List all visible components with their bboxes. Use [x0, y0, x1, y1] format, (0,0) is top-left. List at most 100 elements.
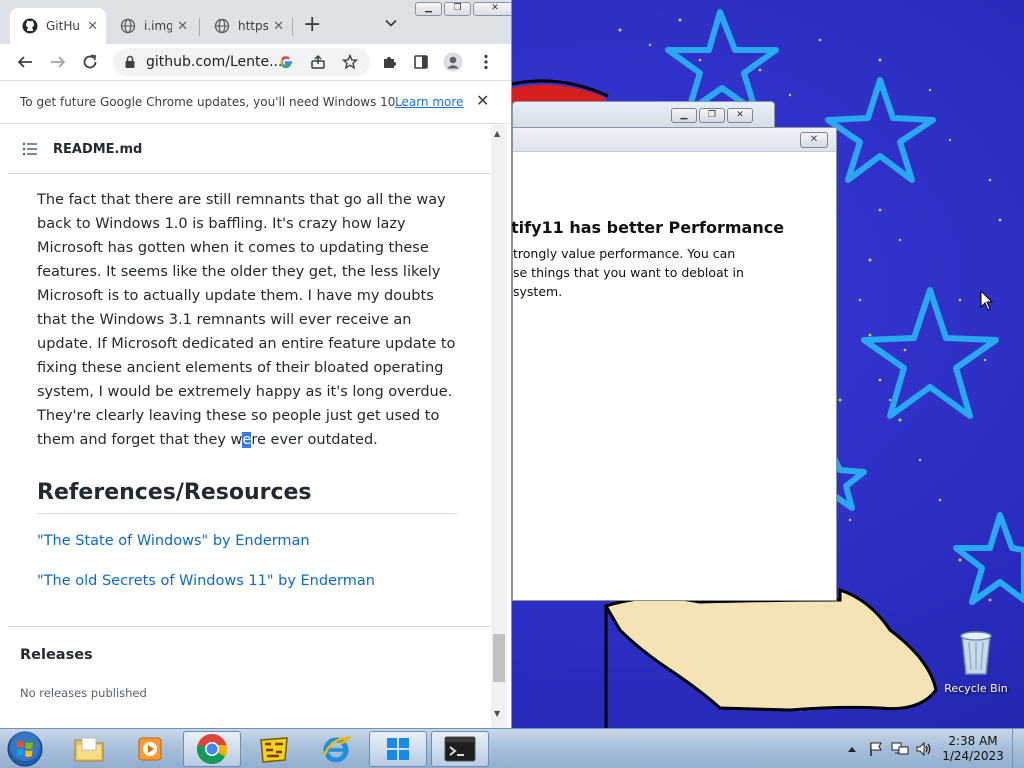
tab-strip: GitHub ✕ i.imgur ✕ https ✕ + ▁ ❐ ✕ — [0, 0, 511, 44]
scroll-down-icon[interactable]: ▼ — [494, 709, 500, 718]
infobar-message: To get future Google Chrome updates, you… — [20, 95, 407, 109]
tab-close-icon[interactable]: ✕ — [273, 19, 284, 34]
forward-button[interactable] — [48, 52, 68, 72]
tab-close-icon[interactable]: ✕ — [177, 19, 188, 34]
page-viewport[interactable]: README.md The fact that there are still … — [0, 125, 511, 728]
profile-button[interactable] — [443, 52, 463, 72]
taskbar: 2:38 AM 1/24/2023 — [0, 728, 1024, 768]
back-button[interactable] — [15, 52, 35, 72]
close-button[interactable]: ✕ — [473, 2, 511, 16]
url-text[interactable]: github.com/Lente... — [146, 54, 282, 70]
maximize-button[interactable]: ❐ — [444, 2, 471, 16]
tab-https[interactable]: https ✕ — [202, 8, 292, 44]
side-panel-icon — [414, 55, 428, 69]
app-window-titlebar[interactable]: ✕ — [513, 128, 836, 152]
mouse-pointer-icon — [980, 290, 994, 311]
reference-link[interactable]: "The State of Windows" by Enderman — [37, 533, 310, 549]
browser-toolbar: github.com/Lente... — [0, 44, 511, 80]
more-vertical-icon — [484, 54, 488, 70]
readme-file-name: README.md — [53, 142, 143, 157]
scrollbar-thumb[interactable] — [493, 634, 505, 682]
tab-separator — [199, 18, 200, 36]
tab-imgur[interactable]: i.imgur ✕ — [108, 8, 196, 44]
chrome-window[interactable]: GitHub ✕ i.imgur ✕ https ✕ + ▁ ❐ ✕ — [0, 0, 512, 728]
back-arrow-icon — [17, 56, 32, 68]
taskbar-terminal-button[interactable] — [431, 731, 489, 767]
share-button[interactable] — [308, 52, 328, 72]
google-g-icon — [280, 56, 292, 69]
app-window-heading: tify11 has better Performance — [511, 218, 785, 237]
chrome-menu-button[interactable] — [476, 52, 496, 72]
reload-icon — [83, 54, 97, 69]
tab-title: https — [238, 19, 268, 33]
scroll-up-icon[interactable]: ▲ — [494, 129, 500, 138]
reload-button[interactable] — [80, 52, 100, 72]
tab-github[interactable]: GitHub ✕ — [10, 8, 106, 44]
media-player-icon — [138, 737, 162, 761]
taskbar-game-button[interactable] — [245, 731, 303, 767]
releases-heading[interactable]: Releases — [20, 647, 93, 663]
update-infobar: To get future Google Chrome updates, you… — [0, 80, 511, 124]
network-icon[interactable] — [890, 739, 910, 759]
app-window[interactable]: ✕ tify11 has better Performance trongly … — [511, 127, 837, 601]
app-window-close-button[interactable]: ✕ — [800, 132, 828, 148]
extensions-button[interactable] — [380, 52, 400, 72]
tab-separator — [292, 18, 293, 36]
background-window-controls: ▁ ❐ ✕ — [671, 108, 753, 123]
taskbar-windows-app-button[interactable] — [369, 731, 427, 767]
tab-title: i.imgur — [144, 19, 172, 33]
close-button[interactable]: ✕ — [727, 108, 753, 123]
taskbar-clock[interactable]: 2:38 AM 1/24/2023 — [935, 734, 1011, 764]
chevron-down-icon[interactable] — [384, 16, 398, 30]
windows-logo-icon — [387, 738, 409, 760]
lock-icon[interactable] — [124, 55, 136, 69]
paragraph-text: re ever outdated. — [251, 432, 378, 448]
clock-time: 2:38 AM — [948, 734, 998, 748]
start-button[interactable] — [4, 730, 46, 768]
maximize-button[interactable]: ❐ — [699, 108, 725, 123]
star-icon — [342, 54, 358, 70]
show-desktop-button[interactable] — [1012, 729, 1024, 768]
taskbar-explorer-button[interactable] — [60, 731, 118, 767]
taskbar-internet-explorer-button[interactable] — [307, 731, 365, 767]
infobar-close-icon[interactable]: ✕ — [476, 91, 489, 110]
avatar-icon — [443, 52, 463, 72]
selected-text: e — [242, 432, 252, 448]
tab-title: GitHub — [46, 19, 80, 33]
readme-header: README.md — [8, 125, 490, 174]
google-translate-button[interactable] — [276, 52, 296, 72]
releases-empty-text: No releases published — [20, 686, 147, 700]
globe-icon — [214, 18, 230, 34]
taskbar-chrome-button[interactable] — [183, 731, 241, 767]
address-bar[interactable]: github.com/Lente... — [113, 48, 370, 76]
folder-icon — [74, 737, 104, 762]
forward-arrow-icon — [51, 56, 66, 68]
paragraph-text: The fact that there are still remnants t… — [37, 192, 456, 448]
reference-link[interactable]: "The old Secrets of Windows 11" by Ender… — [37, 573, 375, 589]
recycle-bin-icon — [960, 631, 992, 675]
section-divider — [8, 626, 490, 627]
system-tray — [842, 729, 938, 768]
page-scrollbar[interactable]: ▲ ▼ — [491, 125, 507, 728]
window-controls: ▁ ❐ ✕ — [415, 2, 511, 16]
minimize-button[interactable]: ▁ — [671, 108, 697, 123]
internet-explorer-icon — [322, 736, 351, 763]
side-panel-button[interactable] — [411, 52, 431, 72]
taskbar-media-player-button[interactable] — [121, 731, 179, 767]
list-icon[interactable] — [22, 142, 38, 156]
new-tab-button[interactable]: + — [303, 14, 321, 36]
action-center-flag-icon[interactable] — [866, 739, 886, 759]
bookmark-button[interactable] — [340, 52, 360, 72]
learn-more-link[interactable]: Learn more — [395, 95, 463, 109]
terminal-icon — [444, 736, 476, 762]
chrome-icon — [196, 734, 228, 765]
volume-icon[interactable] — [914, 739, 934, 759]
tab-close-icon[interactable]: ✕ — [87, 19, 98, 34]
recycle-bin-label: Recycle Bin — [944, 682, 1008, 695]
app-window-body-text: trongly value performance. You can se th… — [513, 246, 744, 299]
game-icon — [260, 737, 288, 763]
windows-start-icon — [7, 731, 43, 767]
recycle-bin[interactable]: Recycle Bin — [940, 628, 1012, 695]
tray-show-hidden-icon[interactable] — [842, 739, 862, 759]
minimize-button[interactable]: ▁ — [415, 2, 442, 16]
